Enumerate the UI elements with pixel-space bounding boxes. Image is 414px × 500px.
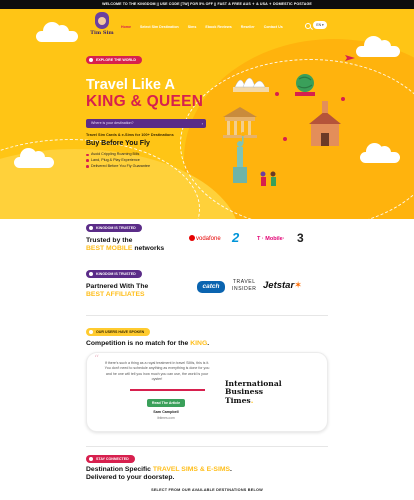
destination-search-placeholder: Where is your destination? <box>91 121 134 125</box>
trusted-networks-title-highlight: BEST MOBILE <box>86 245 133 252</box>
section-divider <box>86 446 328 447</box>
airplane-icon <box>345 55 355 61</box>
trusted-networks-badge: KINGDOM IS TRUSTED <box>86 224 142 232</box>
badge-dot-icon <box>89 457 93 461</box>
travel-insider-logo: TRAVEL INSIDER <box>232 279 256 292</box>
trusted-networks-title: Trusted by the BEST MOBILE networks <box>86 237 164 253</box>
read-article-button[interactable]: Read The Article <box>147 399 185 407</box>
affiliates-badge-label: KINGDOM IS TRUSTED <box>96 272 136 276</box>
logo-mascot-icon <box>95 12 109 29</box>
hero-cta-heading: Buy Before You Fly <box>86 140 150 147</box>
cloud-icon <box>36 22 78 42</box>
promo-text: WELCOME TO THE KINGDOM || USE CODE [TW] … <box>102 2 312 6</box>
catch-logo: catch <box>197 281 225 293</box>
nav-item-ebook-reviews[interactable]: Ebook Reviews <box>205 23 231 32</box>
quote-underline <box>130 389 205 391</box>
jetstar-logo: Jetstar✶ <box>263 280 302 291</box>
destinations-title: Destination Specific TRAVEL SIMS & E-SIM… <box>86 466 232 482</box>
destinations-caption: SELECT FROM OUR AVAILABLE DESTINATIONS B… <box>151 488 263 492</box>
reviews-title: Competition is no match for the KING. <box>86 340 209 348</box>
destinations-title-line2: Delivered to your doorstep. <box>86 474 175 481</box>
vodafone-icon <box>189 235 195 241</box>
nav-item-home[interactable]: Home <box>121 23 131 32</box>
hero-title: Travel Like A <box>86 77 175 93</box>
temple-icon <box>223 107 257 138</box>
explore-badge: EXPLORE THE WORLD <box>86 56 142 64</box>
cloud-icon <box>14 148 54 168</box>
hero-subtitle: Travel Sim Cards & e-Sims for 100+ Desti… <box>86 133 174 137</box>
reviews-title-prefix: Competition is no match for the <box>86 340 191 347</box>
main-nav: Home Select Sim Destination Sims Ebook R… <box>121 23 283 32</box>
reviews-title-suffix: . <box>207 340 210 347</box>
nav-item-reseller[interactable]: Reseller <box>241 23 255 32</box>
destinations-title-highlight: TRAVEL SIMS & E-SIMS <box>152 466 231 473</box>
affiliates-badge: KINGDOM IS TRUSTED <box>86 270 142 278</box>
map-pin-icon <box>283 137 287 141</box>
reviewer-org: ibtimes.com <box>157 416 175 420</box>
reviews-badge: OUR USERS HAVE SPOKEN <box>86 328 151 336</box>
badge-dot-icon <box>89 330 93 334</box>
travel-landmarks-illustration <box>223 55 355 186</box>
travel-insider-line2: INSIDER <box>232 285 257 292</box>
statue-of-liberty-icon <box>233 132 247 183</box>
badge-dot-icon <box>89 272 93 276</box>
site-logo[interactable]: Tim Sim <box>89 12 115 39</box>
three-logo: 3 <box>297 231 304 245</box>
reviews-title-highlight: KING <box>190 340 208 347</box>
trusted-networks-title-line1: Trusted by the <box>86 237 133 244</box>
vodafone-label: vodafone <box>196 236 221 242</box>
ibtimes-line3: Times <box>225 395 251 405</box>
nav-item-sims[interactable]: Sims <box>188 23 197 32</box>
nav-item-select-sim-destination[interactable]: Select Sim Destination <box>140 23 179 32</box>
quote-icon: “ <box>94 354 100 365</box>
badge-dot-icon <box>89 58 93 62</box>
list-item: Delivered Before You Fly Guarantee <box>86 164 150 170</box>
jetstar-star-icon: ✶ <box>294 280 303 291</box>
opera-house-icon <box>233 77 269 92</box>
ibtimes-logo: International Business Times. <box>225 379 282 405</box>
jetstar-label: Jetstar <box>263 280 295 291</box>
search-arrow-icon[interactable]: › <box>202 119 203 128</box>
church-icon <box>309 101 341 146</box>
destination-search-input[interactable]: Where is your destination? › <box>86 119 206 128</box>
promo-bar: WELCOME TO THE KINGDOM || USE CODE [TW] … <box>0 0 414 9</box>
section-divider <box>86 315 328 316</box>
affiliates-title: Partnered With The BEST AFFILIATES <box>86 283 148 299</box>
map-pin-icon <box>275 92 279 96</box>
logo-text: Tim Sim <box>90 30 114 36</box>
language-selector[interactable]: EN ▾ <box>313 21 327 29</box>
stay-connected-badge-label: STAY CONNECTED <box>96 457 129 461</box>
explore-badge-label: EXPLORE THE WORLD <box>96 58 136 62</box>
t-mobile-logo: T · Mobile· <box>257 236 285 242</box>
globe-landmark-icon <box>295 74 315 96</box>
destinations-title-prefix: Destination Specific <box>86 466 153 473</box>
reviewer-name: Sam Campbell <box>153 410 179 414</box>
review-quote: If there's such a thing as a royal treat… <box>104 361 210 381</box>
vodafone-logo: vodafone <box>189 235 221 242</box>
trusted-networks-title-rest: networks <box>132 245 165 252</box>
destinations-title-suffix: . <box>230 466 232 473</box>
travel-insider-line1: TRAVEL <box>232 279 256 285</box>
two-degrees-logo: 2 <box>232 230 240 245</box>
hero-section: Tim Sim Home Select Sim Destination Sims… <box>0 9 414 219</box>
map-pin-icon <box>341 97 345 101</box>
ibtimes-dot: . <box>250 395 254 405</box>
affiliates-title-highlight: BEST AFFILIATES <box>86 291 145 298</box>
hero-benefits-list: Avoid Crippling Roaming Bills Land, Plug… <box>86 152 150 169</box>
stay-connected-badge: STAY CONNECTED <box>86 455 135 463</box>
search-icon[interactable] <box>305 23 311 29</box>
hero-title-highlight: KING & QUEEN <box>86 93 204 110</box>
traveler-figures-icon <box>260 171 276 186</box>
reviews-badge-label: OUR USERS HAVE SPOKEN <box>96 330 145 334</box>
badge-dot-icon <box>89 226 93 230</box>
nav-item-contact-us[interactable]: Contact Us <box>264 23 283 32</box>
trusted-networks-badge-label: KINGDOM IS TRUSTED <box>96 226 136 230</box>
affiliates-title-line1: Partnered With The <box>86 283 149 290</box>
